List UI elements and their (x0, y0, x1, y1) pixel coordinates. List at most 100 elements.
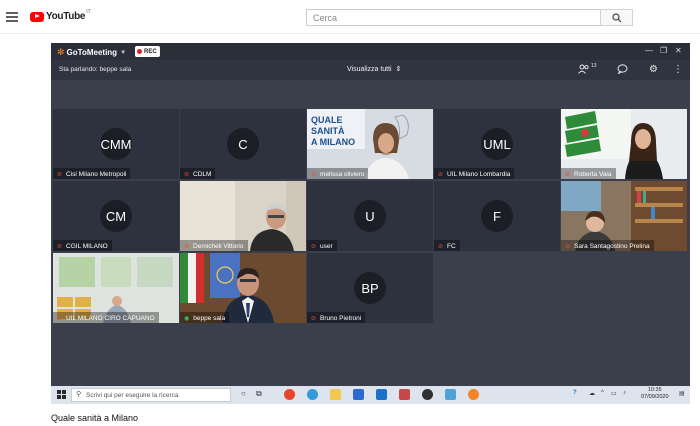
active-speaker-text: Sta parlando: beppe sala (59, 66, 132, 73)
cortana-icon[interactable]: ○ (241, 389, 246, 398)
gotomeeting-logo[interactable]: ✻ GoToMeeting ▼ (57, 47, 126, 58)
participant-tile[interactable]: U ⊘ user (307, 181, 433, 251)
app-icon[interactable] (445, 389, 456, 400)
youtube-play-icon (30, 11, 44, 22)
participant-avatar: F (481, 200, 513, 232)
participant-name: UIL Milano Lombardia (447, 170, 511, 178)
participant-tile[interactable]: CM ⊘ CGIL MILANO (53, 181, 179, 251)
mic-muted-icon: ⊘ (311, 243, 317, 250)
participant-avatar: U (354, 200, 386, 232)
gotomeeting-taskbar-icon[interactable] (468, 389, 479, 400)
view-all-dropdown[interactable]: Visualizza tutti ⇕ (347, 65, 402, 74)
task-view-icon[interactable]: ⧉ (256, 389, 262, 399)
taskbar-date: 07/09/2020 (641, 394, 669, 400)
participant-tile[interactable]: ⊘ Sara Santagostino Prelina (561, 181, 687, 251)
participant-tile[interactable]: ⊘ Roberta Vaia (561, 109, 687, 179)
banner-line-3: A MILANO (311, 137, 355, 147)
search-icon (612, 13, 622, 23)
participants-icon[interactable] (578, 64, 590, 77)
participant-label: ⊘ Roberta Vaia (561, 168, 616, 179)
gotomeeting-gear-icon: ✻ (57, 47, 65, 57)
participant-tile[interactable]: C ⊘ CDLM (180, 109, 306, 179)
more-options-icon[interactable]: ⋮ (673, 64, 683, 75)
mic-muted-icon: ⊘ (438, 171, 444, 178)
participant-tile[interactable]: UML ⊘ UIL Milano Lombardia (434, 109, 560, 179)
close-icon[interactable]: ✕ (675, 46, 682, 55)
video-title: Quale sanità a Milano (51, 413, 139, 423)
battery-icon[interactable]: ▭ (611, 390, 617, 397)
mic-muted-icon: ⊘ (57, 315, 63, 322)
mic-muted-icon: ⊘ (311, 171, 317, 178)
participant-tile[interactable]: CMM ⊘ Cisl Milano Metropoli (53, 109, 179, 179)
participant-name: beppe sala (193, 314, 226, 322)
participant-tile[interactable]: ⊘ UIL MILANO CIRO CAPUANO (53, 253, 179, 323)
participant-name: Cisl Milano Metropoli (66, 170, 127, 178)
mic-muted-icon: ⊘ (311, 315, 317, 322)
mail-icon[interactable] (376, 389, 387, 400)
media-icon[interactable] (422, 389, 433, 400)
edge-icon[interactable] (307, 389, 318, 400)
minimize-icon[interactable]: — (645, 46, 653, 55)
gotomeeting-toolbar: Sta parlando: beppe sala Visualizza tutt… (51, 60, 690, 80)
participant-tile[interactable]: F ⊘ FC (434, 181, 560, 251)
store-icon[interactable] (353, 389, 364, 400)
participant-label: ⊘ CGIL MILANO (53, 240, 112, 251)
video-player[interactable]: ✻ GoToMeeting ▼ REC — ❐ ✕ Sta parlando: … (51, 43, 690, 404)
record-dot-icon (137, 49, 142, 54)
recording-label: REC (144, 48, 157, 55)
restore-icon[interactable]: ❐ (660, 46, 667, 55)
participant-label: ⊘ Cisl Milano Metropoli (53, 168, 131, 179)
participant-name: Bruno Pietroni (320, 314, 362, 322)
participant-tile[interactable]: QUALE SANITÀ A MILANO ⊘ melissa oliviero (307, 109, 433, 179)
youtube-logo-text: YouTube (46, 11, 86, 22)
participant-name: Demicheli Vittorio (193, 242, 244, 250)
taskbar-search-placeholder: Scrivi qui per eseguire la ricerca (86, 392, 179, 399)
participant-name: Roberta Vaia (574, 170, 612, 178)
search-input[interactable]: Cerca (306, 9, 601, 26)
taskbar-search-input[interactable]: ⚲ Scrivi qui per eseguire la ricerca (71, 388, 231, 402)
cloud-icon[interactable]: ☁ (589, 390, 595, 397)
gotomeeting-titlebar: ✻ GoToMeeting ▼ REC — ❐ ✕ (51, 43, 690, 60)
participant-label: ⊘ melissa oliviero (307, 168, 369, 179)
gotomeeting-app-name: GoToMeeting (66, 48, 118, 57)
firefox-icon[interactable] (284, 389, 295, 400)
youtube-logo[interactable]: YouTube IT (30, 9, 91, 22)
participant-label: ⊘ Demicheli Vittorio (180, 240, 248, 251)
taskbar-clock[interactable]: 10:35 07/09/2020 (641, 387, 669, 401)
youtube-header: YouTube IT Cerca (0, 0, 700, 34)
participant-name: FC (447, 242, 456, 250)
participant-label: ⊘ UIL MILANO CIRO CAPUANO (53, 312, 159, 323)
participant-label: ⊘ UIL Milano Lombardia (434, 168, 515, 179)
participant-avatar: CMM (100, 128, 132, 160)
chat-icon[interactable] (617, 64, 628, 77)
notifications-icon[interactable]: ▤ (679, 390, 685, 397)
chevron-up-icon[interactable]: ^ (601, 390, 604, 396)
mic-active-icon: ◉ (184, 315, 190, 322)
participant-tile[interactable]: BP ⊘ Bruno Pietroni (307, 253, 433, 323)
participant-name: Sara Santagostino Prelina (574, 242, 650, 250)
participant-label: ⊘ CDLM (180, 168, 216, 179)
search-button[interactable] (600, 9, 633, 26)
mic-muted-icon: ⊘ (184, 171, 190, 178)
taskbar-time: 10:35 (647, 387, 662, 393)
participant-name: CDLM (193, 170, 212, 178)
mic-muted-icon: ⊘ (565, 171, 571, 178)
chevron-down-icon: ▼ (120, 49, 127, 56)
file-explorer-icon[interactable] (330, 389, 341, 400)
participant-avatar: BP (354, 272, 386, 304)
volume-icon[interactable]: ♪ (623, 390, 626, 396)
settings-gear-icon[interactable]: ⚙ (649, 64, 658, 75)
view-all-label: Visualizza tutti (347, 65, 392, 73)
windows-start-icon[interactable] (57, 390, 66, 399)
mic-muted-icon: ⊘ (184, 243, 190, 250)
banner-line-2: SANITÀ (311, 126, 345, 136)
participant-label: ◉ beppe sala (180, 312, 230, 323)
app-icon[interactable] (399, 389, 410, 400)
participant-tile[interactable]: ◉ beppe sala (180, 253, 306, 323)
menu-icon[interactable] (6, 12, 18, 22)
participant-tile[interactable]: ⊘ Demicheli Vittorio (180, 181, 306, 251)
participant-label: ⊘ FC (434, 240, 460, 251)
help-icon[interactable]: ? (573, 390, 577, 396)
up-down-arrows-icon: ⇕ (395, 66, 402, 73)
participant-name: CGIL MILANO (66, 242, 108, 250)
